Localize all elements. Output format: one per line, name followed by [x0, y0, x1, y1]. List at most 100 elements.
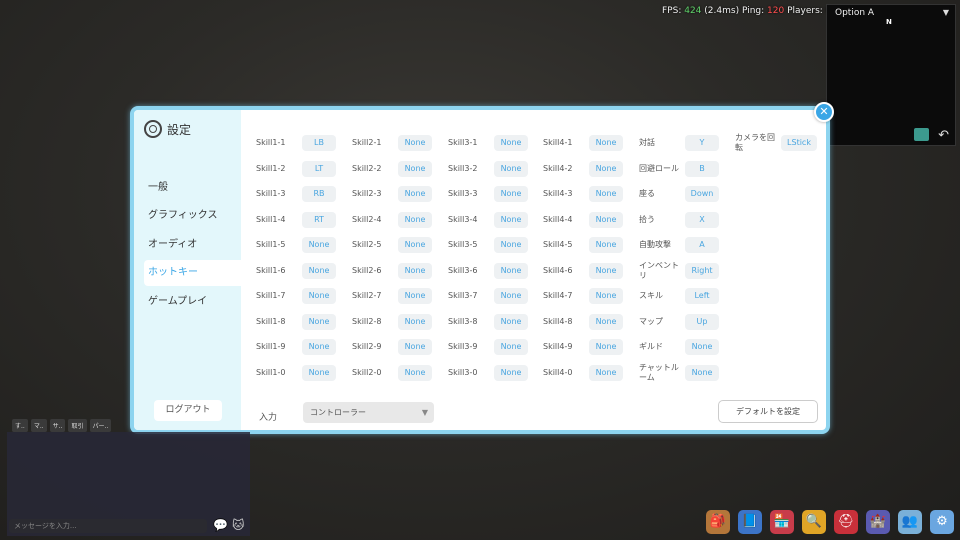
hotkey-binding-button[interactable]: None: [589, 314, 623, 330]
input-device-select[interactable]: コントローラー ▼: [303, 402, 434, 423]
hotkey-binding-button[interactable]: None: [589, 288, 623, 304]
hotkey-row: Skill3-5 None: [448, 236, 528, 254]
hotkey-binding-button[interactable]: None: [398, 135, 432, 151]
hotkey-binding-button[interactable]: None: [398, 237, 432, 253]
hotkey-binding-button[interactable]: None: [494, 339, 528, 355]
hotkey-binding-button[interactable]: Y: [685, 135, 719, 151]
minimap[interactable]: Option A ▼ N ↶: [826, 4, 956, 146]
hotkey-binding-button[interactable]: None: [398, 314, 432, 330]
hotkey-binding-button[interactable]: None: [494, 212, 528, 228]
hotkey-binding-button[interactable]: None: [398, 263, 432, 279]
search-icon[interactable]: 🔍: [802, 510, 826, 534]
hotkey-label: インベントリ: [639, 261, 679, 280]
bag-icon[interactable]: 🎒: [706, 510, 730, 534]
hotkey-row: ギルド None: [639, 338, 719, 356]
settings-header: 設定: [144, 120, 191, 138]
hotkey-binding-button[interactable]: Up: [685, 314, 719, 330]
players-count: Players: 0: [787, 6, 832, 16]
helmet-icon[interactable]: ⛑: [834, 510, 858, 534]
hotkey-binding-button[interactable]: None: [494, 263, 528, 279]
hotkey-label: Skill1-7: [256, 291, 286, 300]
hotkey-binding-button[interactable]: None: [302, 237, 336, 253]
hotkey-binding-button[interactable]: None: [494, 135, 528, 151]
page-title: 設定: [167, 122, 192, 137]
tab-gameplay[interactable]: ゲームプレイ: [134, 289, 241, 315]
chat-tab[interactable]: 取引: [68, 419, 87, 432]
hotkey-binding-button[interactable]: None: [589, 263, 623, 279]
hotkey-binding-button[interactable]: None: [398, 186, 432, 202]
hotkey-binding-button[interactable]: None: [589, 365, 623, 381]
hotkey-binding-button[interactable]: None: [494, 237, 528, 253]
hotkey-binding-button[interactable]: None: [589, 135, 623, 151]
hotkey-binding-button[interactable]: None: [398, 212, 432, 228]
chevron-down-icon[interactable]: ▼: [943, 8, 949, 17]
emote-icon[interactable]: 💬: [213, 518, 228, 532]
tab-graphics[interactable]: グラフィックス: [134, 203, 241, 229]
chat-input[interactable]: メッセージを入力...: [9, 519, 207, 533]
reset-default-button[interactable]: デフォルトを設定: [718, 400, 818, 423]
hotkey-label: Skill4-3: [543, 189, 573, 198]
hotkey-binding-button[interactable]: RB: [302, 186, 336, 202]
friends-icon[interactable]: 👥: [898, 510, 922, 534]
hotkey-binding-button[interactable]: None: [589, 237, 623, 253]
hotkey-binding-button[interactable]: Right: [685, 263, 719, 279]
pet-icon[interactable]: 🐱: [232, 518, 245, 532]
hotkey-binding-button[interactable]: RT: [302, 212, 336, 228]
hotkey-row: Skill1-4 RT: [256, 211, 336, 229]
hotkey-binding-button[interactable]: None: [494, 314, 528, 330]
hotkey-binding-button[interactable]: None: [494, 288, 528, 304]
chat-tab[interactable]: す..: [12, 419, 28, 432]
hotkey-binding-button[interactable]: None: [589, 339, 623, 355]
hotkey-binding-button[interactable]: None: [302, 314, 336, 330]
hotkey-label: Skill2-4: [352, 215, 382, 224]
input-device-value: コントローラー: [310, 408, 366, 417]
hotkey-binding-button[interactable]: LB: [302, 135, 336, 151]
logout-button[interactable]: ログアウト: [154, 400, 222, 421]
hotkey-binding-button[interactable]: None: [302, 339, 336, 355]
hotkey-binding-button[interactable]: None: [685, 339, 719, 355]
tab-hotkeys[interactable]: ホットキー: [144, 260, 244, 286]
chat-tabs: す.. マ.. サ.. 取引 パー..: [12, 419, 112, 432]
hotkey-binding-button[interactable]: None: [494, 161, 528, 177]
hotkey-label: Skill2-5: [352, 240, 382, 249]
chat-tab[interactable]: サ..: [49, 419, 66, 432]
hotkey-label: Skill3-6: [448, 266, 478, 275]
hotkey-label: Skill3-8: [448, 317, 478, 326]
hotkey-binding-button[interactable]: None: [685, 365, 719, 381]
map-icon[interactable]: [914, 128, 929, 141]
hotkey-binding-button[interactable]: None: [494, 365, 528, 381]
hotkey-binding-button[interactable]: None: [494, 186, 528, 202]
shop-icon[interactable]: 🏪: [770, 510, 794, 534]
hotkey-row: Skill2-8 None: [352, 313, 432, 331]
hotkey-binding-button[interactable]: None: [302, 263, 336, 279]
hotkey-binding-button[interactable]: None: [398, 365, 432, 381]
chat-tab[interactable]: パー..: [89, 419, 112, 432]
ping-value: 120: [767, 6, 785, 16]
hotkey-label: Skill2-0: [352, 368, 382, 377]
settings-modal: 設定 一般 グラフィックス オーディオ ホットキー ゲームプレイ ログアウト S…: [130, 106, 830, 434]
tab-audio[interactable]: オーディオ: [134, 232, 241, 258]
settings-icon[interactable]: ⚙: [930, 510, 954, 534]
castle-icon[interactable]: 🏰: [866, 510, 890, 534]
hotkey-row: Skill4-7 None: [543, 287, 623, 305]
chat-tab[interactable]: マ..: [30, 419, 47, 432]
book-icon[interactable]: 📘: [738, 510, 762, 534]
close-icon[interactable]: ✕: [814, 102, 834, 122]
hotkey-binding-button[interactable]: None: [589, 186, 623, 202]
hotkey-binding-button[interactable]: LStick: [781, 135, 817, 151]
hotkey-binding-button[interactable]: None: [589, 212, 623, 228]
hotkey-binding-button[interactable]: Down: [685, 186, 719, 202]
undo-icon[interactable]: ↶: [938, 128, 949, 143]
hotkey-binding-button[interactable]: A: [685, 237, 719, 253]
hotkey-binding-button[interactable]: None: [302, 365, 336, 381]
hotkey-binding-button[interactable]: None: [302, 288, 336, 304]
hotkey-binding-button[interactable]: None: [398, 288, 432, 304]
tab-general[interactable]: 一般: [134, 175, 241, 201]
hotkey-binding-button[interactable]: None: [398, 339, 432, 355]
hotkey-binding-button[interactable]: X: [685, 212, 719, 228]
hotkey-binding-button[interactable]: Left: [685, 288, 719, 304]
hotkey-binding-button[interactable]: B: [685, 161, 719, 177]
hotkey-binding-button[interactable]: LT: [302, 161, 336, 177]
hotkey-binding-button[interactable]: None: [398, 161, 432, 177]
hotkey-binding-button[interactable]: None: [589, 161, 623, 177]
